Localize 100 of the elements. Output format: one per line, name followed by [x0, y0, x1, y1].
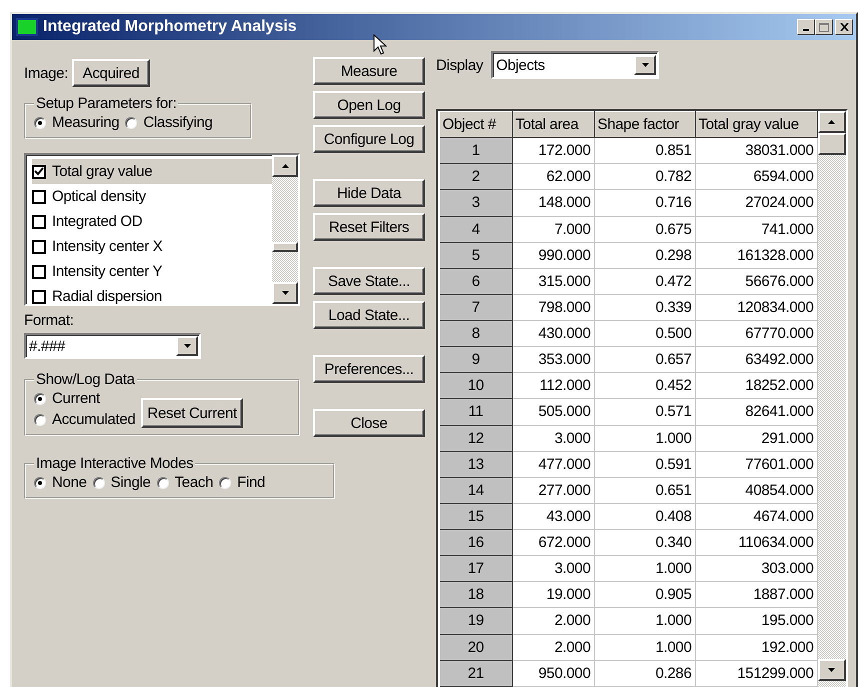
action-button[interactable]: Save State...	[313, 267, 425, 295]
table-cell: 0.571	[594, 398, 695, 425]
action-button[interactable]: Preferences...	[313, 355, 425, 383]
row-header[interactable]: 18	[439, 582, 512, 608]
table-cell: 27024.000	[695, 190, 817, 216]
parameter-item[interactable]: Intensity center Y	[32, 259, 272, 284]
row-header[interactable]: 7	[439, 294, 512, 320]
checkbox[interactable]	[32, 214, 46, 228]
row-header[interactable]: 15	[439, 503, 512, 530]
radio-button[interactable]: Single	[92, 474, 151, 491]
maximize-button[interactable]	[815, 19, 833, 35]
row-header[interactable]: 13	[439, 451, 512, 478]
table-cell: 277.000	[512, 477, 594, 504]
row-header[interactable]: 2	[439, 164, 512, 190]
table-cell: 430.000	[512, 320, 594, 347]
scroll-down-icon	[828, 668, 835, 672]
table-cell: 43.000	[512, 503, 594, 530]
table-cell: 303.000	[695, 556, 817, 582]
scrollbar[interactable]	[272, 155, 298, 304]
row-header[interactable]: 11	[439, 398, 512, 425]
action-button[interactable]: Hide Data	[313, 179, 425, 207]
column-header[interactable]: Object #	[439, 112, 512, 138]
group-title: Setup Parameters for:	[35, 95, 178, 112]
column-header[interactable]: Total gray value	[695, 112, 817, 138]
table-cell: 0.472	[594, 268, 695, 294]
scroll-thumb[interactable]	[272, 242, 298, 252]
row-header[interactable]: 5	[439, 242, 512, 268]
parameter-item[interactable]: Optical density	[32, 184, 272, 209]
table-cell: 0.905	[594, 582, 695, 608]
table-cell: 56676.000	[695, 268, 817, 294]
action-button[interactable]: Measure	[313, 57, 425, 85]
checkbox[interactable]	[32, 240, 46, 254]
action-button[interactable]: Close	[313, 409, 425, 437]
table-cell: 0.339	[594, 294, 695, 320]
table-cell: 0.782	[594, 164, 695, 190]
close-button[interactable]	[835, 19, 853, 35]
table-cell: 1.000	[594, 608, 695, 634]
table-cell: 1.000	[594, 556, 695, 582]
radio-button[interactable]: Current	[34, 390, 136, 407]
row-header[interactable]: 17	[439, 556, 512, 582]
radio-button[interactable]: Accumulated	[34, 411, 136, 428]
format-dropdown[interactable]: #.###	[24, 333, 201, 359]
row-header[interactable]: 16	[439, 530, 512, 556]
row-header[interactable]: 4	[439, 216, 512, 242]
scroll-thumb[interactable]	[818, 133, 846, 155]
table-cell: 161328.000	[695, 242, 817, 268]
reset-current-button[interactable]: Reset Current	[141, 398, 243, 428]
checkbox[interactable]	[32, 264, 46, 278]
row-header[interactable]: 12	[439, 425, 512, 452]
table-cell: 950.000	[512, 660, 594, 686]
table-cell: 741.000	[695, 216, 817, 242]
parameter-item[interactable]: Intensity center X	[32, 234, 272, 259]
parameter-item[interactable]: Total gray value	[32, 159, 272, 184]
table-cell: 0.298	[594, 242, 695, 268]
row-header[interactable]: 14	[439, 477, 512, 504]
radio-button[interactable]: Measuring	[34, 114, 120, 131]
display-dropdown[interactable]: Objects	[491, 51, 660, 79]
table-cell: 172.000	[512, 138, 594, 164]
scrollbar[interactable]	[818, 111, 846, 687]
table-cell: 67770.000	[695, 320, 817, 347]
row-header[interactable]: 20	[439, 634, 512, 660]
table-cell: 148.000	[512, 190, 594, 216]
radio-button[interactable]: None	[34, 474, 87, 491]
action-button[interactable]: Load State...	[313, 301, 425, 329]
table-cell: 110634.000	[695, 530, 817, 556]
row-header[interactable]: 10	[439, 372, 512, 399]
row-header[interactable]: 19	[439, 608, 512, 634]
radio-button[interactable]: Find	[219, 474, 266, 491]
parameter-item[interactable]: Integrated OD	[32, 209, 272, 234]
column-header[interactable]: Total area	[512, 112, 594, 138]
table-cell: 0.408	[594, 503, 695, 530]
row-header[interactable]: 6	[439, 268, 512, 294]
scroll-down-icon	[282, 291, 288, 295]
scroll-up-icon	[282, 164, 288, 168]
table-cell: 2.000	[512, 634, 594, 660]
checkbox[interactable]	[32, 164, 46, 178]
group-title: Show/Log Data	[35, 371, 136, 388]
table-cell: 0.340	[594, 530, 695, 556]
table-cell: 4674.000	[695, 503, 817, 530]
radio-button[interactable]: Teach	[156, 474, 214, 491]
action-button[interactable]: Reset Filters	[313, 213, 425, 241]
row-header[interactable]: 21	[439, 660, 512, 686]
table-cell: 0.675	[594, 216, 695, 242]
action-button[interactable]: Open Log	[313, 91, 425, 119]
parameter-item[interactable]: Radial dispersion	[32, 284, 272, 304]
table-cell: 6594.000	[695, 164, 817, 190]
radio-button[interactable]: Classifying	[125, 114, 213, 131]
minimize-button[interactable]	[797, 19, 815, 35]
column-header[interactable]: Shape factor	[594, 112, 695, 138]
table-cell: 672.000	[512, 530, 594, 556]
checkbox[interactable]	[32, 290, 46, 304]
acquired-button[interactable]: Acquired	[72, 59, 150, 87]
row-header[interactable]: 9	[439, 346, 512, 373]
action-button[interactable]: Configure Log	[313, 125, 425, 153]
app-icon	[16, 18, 38, 36]
row-header[interactable]: 3	[439, 190, 512, 216]
checkbox[interactable]	[32, 190, 46, 204]
table-cell: 3.000	[512, 556, 594, 582]
row-header[interactable]: 1	[439, 138, 512, 164]
row-header[interactable]: 8	[439, 320, 512, 347]
